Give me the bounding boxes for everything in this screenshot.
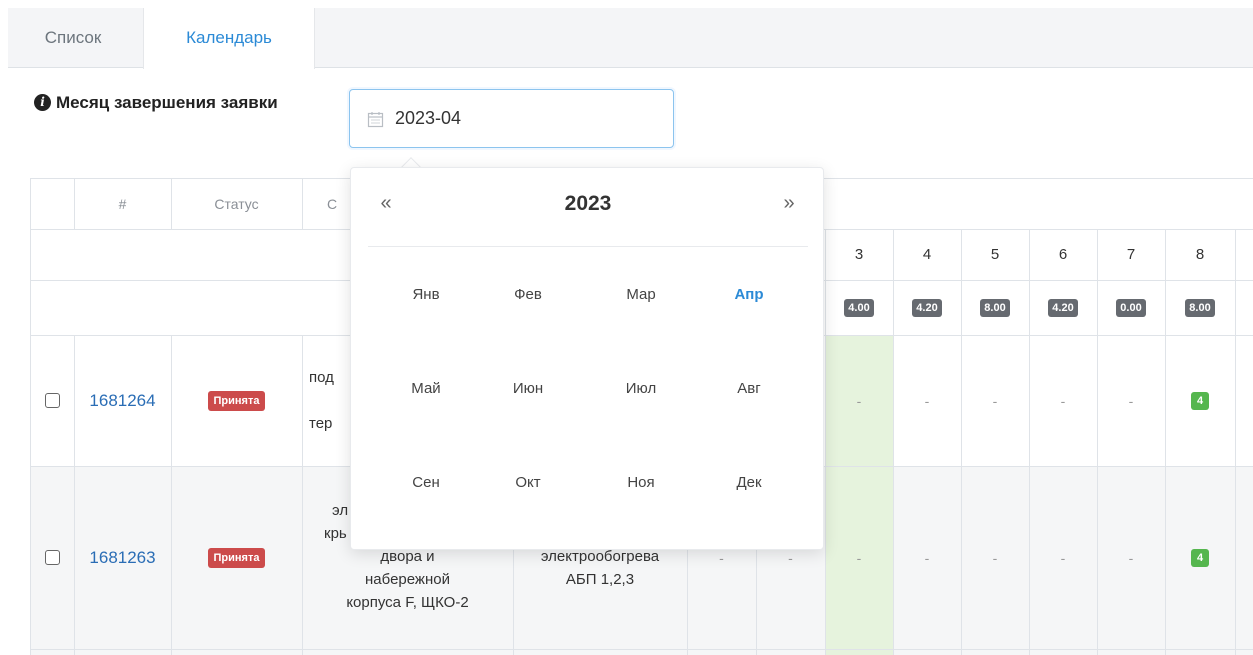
day-value: - (856, 392, 862, 409)
table-row-id-cell: 1681264 (74, 335, 171, 466)
month-sep[interactable]: Сен (381, 474, 471, 491)
description-line: под (309, 369, 334, 386)
day-value: - (1128, 392, 1134, 409)
work-line: АБП 1,2,3 (565, 571, 635, 588)
day-hours-cell: 0.00 (1097, 280, 1165, 335)
day-cell: 4 (1165, 466, 1235, 649)
extra-value: - (719, 549, 724, 566)
day-hours-cell: 8.00 (1165, 280, 1235, 335)
day-cell: - (961, 335, 1029, 466)
description-line: корпуса F, ЩКО-2 (346, 594, 469, 611)
day-hours-badge: 4.00 (844, 298, 874, 317)
row-checkbox[interactable] (44, 393, 60, 408)
day-hours-cell: 4.20 (1029, 280, 1097, 335)
calendar-icon (367, 112, 384, 128)
day-value: - (924, 549, 930, 566)
tab-list[interactable]: Список (8, 8, 138, 69)
month-apr[interactable]: Апр (704, 286, 794, 303)
col-header-num[interactable]: # (74, 179, 171, 229)
day-hours-badge: 4.20 (912, 298, 942, 317)
day-cell: - (1097, 335, 1165, 466)
month-jun[interactable]: Июн (483, 380, 573, 397)
day-hours-cell: 4.20 (893, 280, 961, 335)
day-value: - (924, 392, 930, 409)
day-value: - (1060, 392, 1066, 409)
row-checkbox[interactable] (44, 550, 60, 565)
day-number: 4 (922, 246, 932, 263)
day-cell: - (961, 466, 1029, 649)
day-cell: - (825, 466, 893, 649)
day-number: 5 (990, 246, 1000, 263)
month-jul[interactable]: Июл (596, 380, 686, 397)
description-line: тер (309, 415, 333, 432)
day-hours-badge: 4.20 (1048, 298, 1078, 317)
day-value: - (992, 392, 998, 409)
day-hours-badge: 0.00 (1116, 298, 1146, 317)
day-number: 6 (1058, 246, 1068, 263)
table-row-work: электрообогрева АБП 1,2,3 (513, 545, 687, 605)
table-row-id-cell: 1681263 (74, 466, 171, 649)
table-row-status-cell: Принята (171, 466, 302, 649)
month-feb[interactable]: Фев (483, 286, 573, 303)
day-value: - (856, 549, 862, 566)
day-cell: 4 (1165, 335, 1235, 466)
day-cell: - (893, 335, 961, 466)
month-dec[interactable]: Дек (704, 474, 794, 491)
month-oct[interactable]: Окт (483, 474, 573, 491)
day-cell: - (1029, 466, 1097, 649)
picker-divider (368, 246, 808, 247)
month-picker-popover: 2023 « » Янв Фев Мар Апр Май Июн Июл Авг… (350, 167, 824, 550)
table-row-checkbox-cell (30, 335, 74, 466)
month-mar[interactable]: Мар (596, 286, 686, 303)
description-line (309, 389, 313, 412)
day-cell: - (1029, 335, 1097, 466)
view-tabs: Список Календарь (8, 8, 1253, 69)
month-nov[interactable]: Ноя (596, 474, 686, 491)
day-value: - (1060, 549, 1066, 566)
col-header-status[interactable]: Статус (171, 179, 302, 229)
month-may[interactable]: Май (381, 380, 471, 397)
day-cell: - (893, 466, 961, 649)
month-jan[interactable]: Янв (381, 286, 471, 303)
day-number: 3 (854, 246, 864, 263)
day-number: 7 (1126, 246, 1136, 263)
day-hours-cell: 8.00 (961, 280, 1029, 335)
request-link[interactable]: 1681264 (89, 391, 155, 411)
description-line: крь (324, 525, 347, 542)
day-value: - (992, 549, 998, 566)
table-row-checkbox-cell (30, 466, 74, 649)
day-cell: - (1097, 466, 1165, 649)
extra-value: - (788, 549, 793, 566)
day-cell: - (825, 335, 893, 466)
day-hours-badge: 8.00 (980, 298, 1010, 317)
request-link[interactable]: 1681263 (89, 548, 155, 568)
filter-label: Месяц завершения заявки (56, 93, 278, 112)
app-root: Список Календарь i Месяц завершения заяв… (0, 0, 1253, 655)
description-line: эл (332, 502, 349, 519)
day-hours-badge: 8.00 (1185, 298, 1215, 317)
month-aug[interactable]: Авг (704, 380, 794, 397)
month-value: 2023-04 (395, 108, 462, 128)
status-badge: Принята (207, 547, 266, 568)
next-year-button[interactable]: » (774, 192, 804, 215)
picker-year[interactable]: 2023 (351, 192, 825, 216)
day-number: 8 (1195, 246, 1205, 263)
hours-badge[interactable]: 4 (1191, 548, 1209, 567)
prev-year-button[interactable]: « (371, 192, 401, 215)
description-line: набережной (365, 571, 450, 588)
month-input[interactable]: 2023-04 (349, 89, 674, 148)
hours-badge[interactable]: 4 (1191, 391, 1209, 410)
info-icon[interactable]: i (34, 94, 51, 111)
status-badge: Принята (207, 390, 266, 411)
tab-calendar[interactable]: Календарь (143, 8, 315, 69)
day-hours-cell: 4.00 (825, 280, 893, 335)
table-row-status-cell: Принята (171, 335, 302, 466)
day-value: - (1128, 549, 1134, 566)
